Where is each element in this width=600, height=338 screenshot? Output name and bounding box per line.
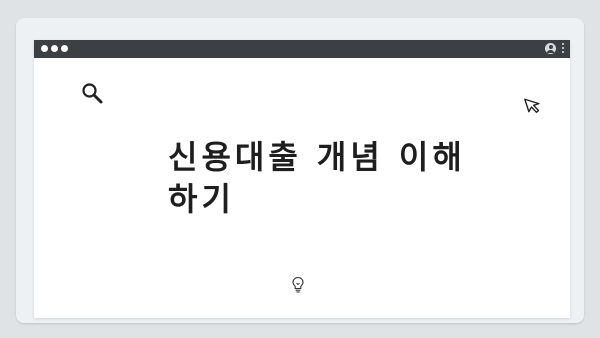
page-title: 신용대출 개념 이해하기 xyxy=(168,138,466,218)
window-control-close[interactable] xyxy=(41,45,48,52)
window-titlebar xyxy=(34,40,570,58)
user-icon[interactable] xyxy=(545,43,556,54)
window-control-minimize[interactable] xyxy=(51,45,58,52)
kebab-menu-icon[interactable] xyxy=(562,43,565,55)
browser-window: 신용대출 개념 이해하기 xyxy=(34,40,570,318)
window-control-maximize[interactable] xyxy=(61,45,68,52)
lightbulb-icon xyxy=(292,276,304,293)
search-icon[interactable] xyxy=(80,81,104,105)
cursor-arrow-icon xyxy=(524,98,540,113)
